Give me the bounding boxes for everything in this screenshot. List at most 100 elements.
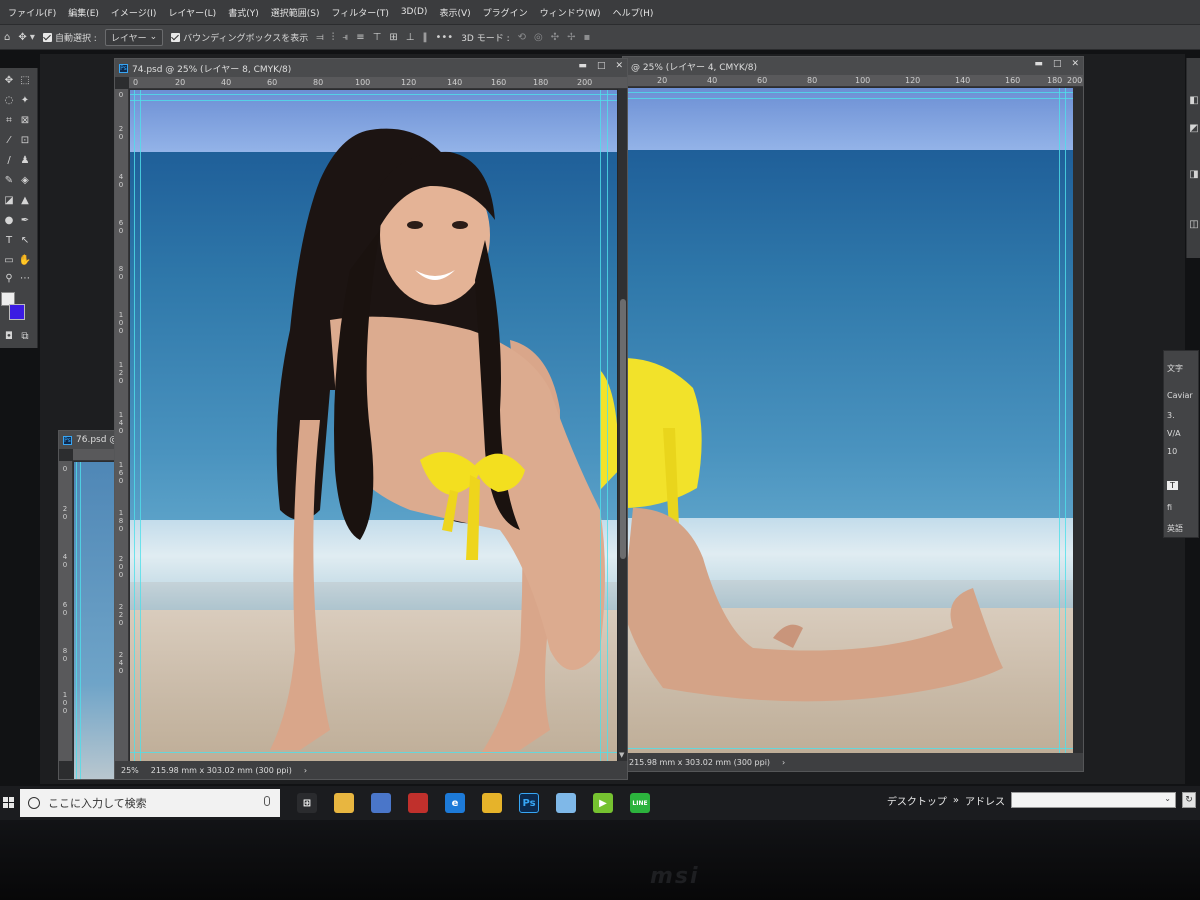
line-icon[interactable]: LINE	[630, 793, 650, 813]
3d-scale-icon[interactable]: ▪	[584, 32, 591, 43]
close-button[interactable]: ✕	[615, 61, 623, 71]
stamp-tool-icon[interactable]: ♟	[18, 154, 32, 168]
menu-type[interactable]: 書式(Y)	[228, 6, 259, 19]
minimize-button[interactable]: ▬	[1034, 59, 1043, 69]
kerning-field[interactable]: V/A	[1167, 429, 1181, 438]
align-left-icon[interactable]: ⫤	[316, 32, 324, 43]
guide-line[interactable]	[623, 92, 1073, 93]
address-input[interactable]: ⌄	[1011, 792, 1176, 808]
font-family-field[interactable]: Caviar	[1167, 391, 1193, 400]
edge-icon[interactable]: e	[445, 793, 465, 813]
ligature-icon[interactable]: fi	[1167, 503, 1172, 512]
align-hcenter-icon[interactable]: ≡	[356, 32, 364, 43]
guide-line[interactable]	[134, 90, 135, 761]
taskbar-search-box[interactable]: ここに入力して検索	[20, 789, 280, 817]
distribute-icon[interactable]: ‖	[423, 32, 428, 43]
vertical-scrollbar[interactable]: ▼	[617, 89, 627, 761]
status-menu-chevron-icon[interactable]: ›	[782, 758, 785, 767]
maximize-button[interactable]: □	[1053, 59, 1062, 69]
screen-mode-icon[interactable]: ⧉	[18, 330, 32, 344]
pen-tool-icon[interactable]: ✒	[18, 214, 32, 228]
guide-line[interactable]	[140, 90, 141, 761]
guide-line[interactable]	[1059, 88, 1060, 753]
align-right-icon[interactable]: ⫣	[342, 32, 348, 43]
game-app-icon[interactable]	[408, 793, 428, 813]
menu-image[interactable]: イメージ(I)	[111, 6, 157, 19]
menu-view[interactable]: 表示(V)	[439, 6, 470, 19]
minimize-button[interactable]: ▬	[578, 61, 587, 71]
hand-tool-icon[interactable]: ✋	[18, 254, 32, 268]
guide-line[interactable]	[130, 752, 617, 753]
dodge-tool-icon[interactable]: ●	[2, 214, 16, 228]
background-color-swatch[interactable]	[9, 304, 25, 320]
bounding-box-option[interactable]: バウンディングボックスを表示	[171, 31, 308, 44]
eyedropper-icon[interactable]: ⁄	[2, 134, 16, 148]
menu-plugins[interactable]: プラグイン	[483, 6, 528, 19]
type-tool-icon[interactable]: T	[2, 234, 16, 248]
media-player-icon[interactable]: ▶	[593, 793, 613, 813]
guide-line[interactable]	[76, 462, 77, 779]
guide-line[interactable]	[607, 90, 608, 761]
menu-3d[interactable]: 3D(D)	[401, 7, 428, 17]
notes-app-icon[interactable]	[556, 793, 576, 813]
zoom-level[interactable]: 25%	[121, 766, 139, 775]
history-brush-icon[interactable]: ✎	[2, 174, 16, 188]
maximize-button[interactable]: □	[597, 61, 606, 71]
menu-edit[interactable]: 編集(E)	[68, 6, 99, 19]
photoshop-icon[interactable]: Ps	[519, 793, 539, 813]
guide-line[interactable]	[80, 462, 81, 779]
document-canvas[interactable]	[130, 90, 617, 761]
align-vcenter-icon[interactable]: ⊞	[389, 32, 397, 43]
guide-line[interactable]	[623, 748, 1073, 749]
3d-slide-icon[interactable]: ✢	[567, 32, 575, 43]
gradient-tool-icon[interactable]: ◪	[2, 194, 16, 208]
panel-icon[interactable]: ◫	[1187, 218, 1200, 232]
menu-help[interactable]: ヘルプ(H)	[613, 6, 654, 19]
status-menu-chevron-icon[interactable]: ›	[304, 766, 307, 775]
marquee-tool-icon[interactable]: ⬚	[18, 74, 32, 88]
faux-bold-icon[interactable]: T	[1167, 481, 1178, 490]
auto-select-dropdown[interactable]: レイヤー ⌄	[104, 28, 164, 46]
bounding-box-checkbox[interactable]	[171, 32, 181, 42]
3d-roll-icon[interactable]: ◎	[534, 32, 543, 43]
auto-select-option[interactable]: 自動選択 :	[42, 31, 97, 44]
font-size-field[interactable]: 3.	[1167, 411, 1175, 420]
3d-pan-icon[interactable]: ✣	[551, 32, 559, 43]
chrome-icon[interactable]	[482, 793, 502, 813]
scrollbar-thumb[interactable]	[620, 299, 626, 559]
character-panel-title[interactable]: 文字	[1167, 363, 1183, 374]
close-button[interactable]: ✕	[1071, 59, 1079, 69]
brush-tool-icon[interactable]: /	[2, 154, 16, 168]
quick-mask-icon[interactable]: ◘	[2, 330, 16, 344]
path-select-icon[interactable]: ↖	[18, 234, 32, 248]
store-icon[interactable]	[371, 793, 391, 813]
move-tool-icon[interactable]: ✥ ▾	[18, 32, 35, 43]
guide-line[interactable]	[1065, 88, 1066, 753]
guide-line[interactable]	[130, 100, 617, 101]
move-tool-icon[interactable]: ✥	[2, 74, 16, 88]
menu-window[interactable]: ウィンドウ(W)	[540, 6, 601, 19]
chevron-right-icon[interactable]: »	[953, 795, 959, 806]
document-tab[interactable]: @ 25% (レイヤー 4, CMYK/8) ▬ □ ✕	[623, 57, 1083, 75]
auto-select-checkbox[interactable]	[42, 32, 52, 42]
menu-select[interactable]: 選択範囲(S)	[271, 6, 320, 19]
panel-icon[interactable]: ◧	[1187, 94, 1200, 108]
3d-orbit-icon[interactable]: ⟲	[518, 32, 526, 43]
refresh-icon[interactable]: ↻	[1182, 792, 1196, 808]
panel-icon[interactable]: ◩	[1187, 122, 1200, 136]
panel-icon[interactable]: ◨	[1187, 168, 1200, 182]
language-field[interactable]: 英語	[1167, 523, 1183, 534]
magic-wand-icon[interactable]: ✦	[18, 94, 32, 108]
document-canvas[interactable]	[623, 88, 1073, 753]
frame-tool-icon[interactable]: ⊠	[18, 114, 32, 128]
align-top-icon[interactable]: ⊤	[373, 32, 382, 43]
file-explorer-icon[interactable]	[334, 793, 354, 813]
blur-tool-icon[interactable]: ▲	[18, 194, 32, 208]
zoom-tool-icon[interactable]: ⚲	[2, 272, 16, 286]
guide-line[interactable]	[600, 90, 601, 761]
microphone-icon[interactable]	[264, 796, 270, 806]
desktop-toolbar-label[interactable]: デスクトップ	[887, 793, 947, 808]
document-tab[interactable]: Ps 74.psd @ 25% (レイヤー 8, CMYK/8) ▬ □ ✕	[115, 59, 627, 77]
crop-tool-icon[interactable]: ⌗	[2, 114, 16, 128]
eraser-tool-icon[interactable]: ◈	[18, 174, 32, 188]
